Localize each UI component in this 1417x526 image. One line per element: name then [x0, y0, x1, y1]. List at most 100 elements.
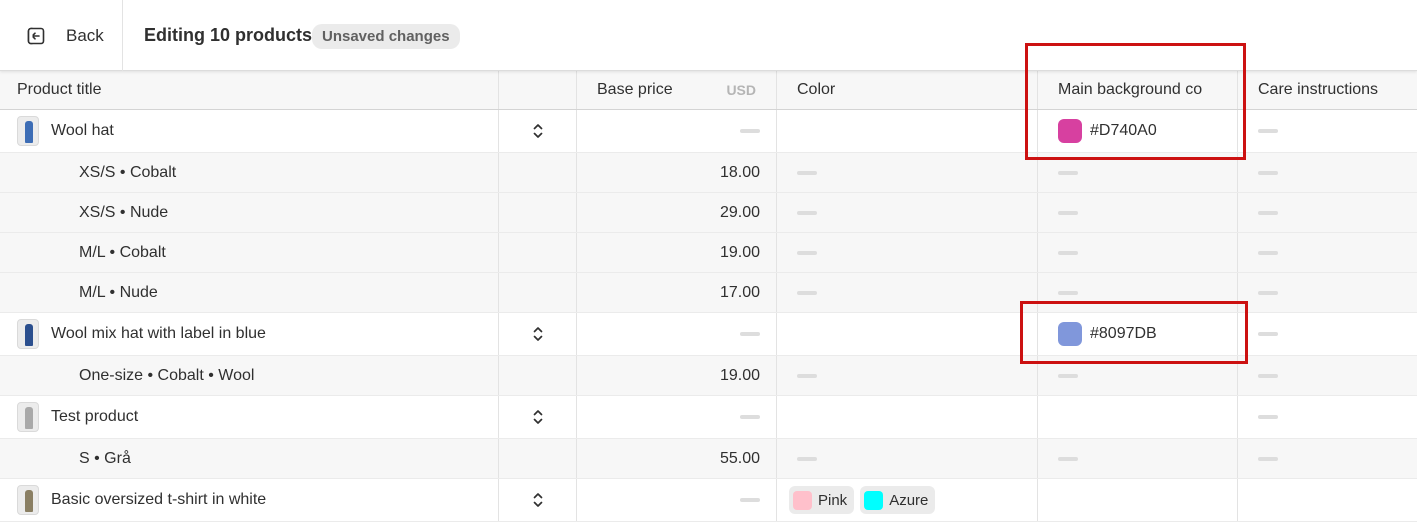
base-price-cell[interactable]: 29.00 — [577, 193, 777, 232]
product-title-cell[interactable]: Test product — [0, 396, 499, 438]
color-cell[interactable] — [777, 153, 1038, 192]
empty-value-dash — [797, 373, 817, 378]
expand-cell — [499, 153, 577, 192]
product-title-cell[interactable]: M/L • Cobalt — [0, 233, 499, 272]
care-instructions-cell[interactable] — [1238, 193, 1417, 232]
care-instructions-cell[interactable] — [1238, 479, 1417, 521]
base-price-cell[interactable]: 17.00 — [577, 273, 777, 312]
variant-title: S • Grå — [79, 449, 131, 467]
color-cell[interactable] — [777, 193, 1038, 232]
product-row: Wool mix hat with label in blue #8097DB — [0, 313, 1417, 356]
care-instructions-cell[interactable] — [1238, 356, 1417, 395]
main-background-cell[interactable] — [1038, 153, 1238, 192]
main-background-cell[interactable] — [1038, 273, 1238, 312]
top-bar: Back Editing 10 products Unsaved changes — [0, 0, 1417, 71]
color-cell[interactable] — [777, 313, 1038, 355]
unsaved-changes-badge: Unsaved changes — [312, 24, 460, 49]
product-row: Test product — [0, 396, 1417, 439]
product-title-cell[interactable]: Basic oversized t-shirt in white — [0, 479, 499, 521]
care-instructions-cell[interactable] — [1238, 273, 1417, 312]
background-hex-value: #D740A0 — [1090, 122, 1157, 139]
empty-value-dash — [1258, 456, 1278, 461]
product-row: Wool hat #D740A0 — [0, 110, 1417, 153]
product-title: Basic oversized t-shirt in white — [51, 491, 267, 508]
color-cell[interactable] — [777, 273, 1038, 312]
product-title-cell[interactable]: S • Grå — [0, 439, 499, 478]
empty-value-dash — [1258, 290, 1278, 295]
main-background-cell[interactable] — [1038, 479, 1238, 521]
empty-value-dash — [1258, 210, 1278, 215]
chevron-up-down-icon — [533, 410, 542, 424]
chevron-up-down-icon — [533, 124, 542, 138]
color-chip-label: Azure — [889, 491, 929, 509]
variant-row: M/L • Nude 17.00 — [0, 273, 1417, 313]
back-button[interactable]: Back — [0, 0, 123, 71]
empty-value-dash — [740, 129, 760, 133]
col-header-product-title[interactable]: Product title — [0, 71, 499, 109]
care-instructions-cell[interactable] — [1238, 110, 1417, 152]
background-color-swatch[interactable] — [1058, 119, 1082, 143]
base-price-cell[interactable]: 19.00 — [577, 356, 777, 395]
product-title: Test product — [51, 408, 139, 425]
color-chip[interactable]: Azure — [860, 486, 936, 514]
background-color-swatch[interactable] — [1058, 322, 1082, 346]
product-title-cell[interactable]: XS/S • Nude — [0, 193, 499, 232]
color-cell[interactable] — [777, 439, 1038, 478]
base-price-cell[interactable] — [577, 110, 777, 152]
price-value: 19.00 — [719, 366, 760, 384]
main-background-cell[interactable] — [1038, 396, 1238, 438]
empty-value-dash — [797, 456, 817, 461]
chevron-up-down-icon — [533, 493, 542, 507]
page-title: Editing 10 products — [144, 25, 313, 45]
price-value: 18.00 — [719, 163, 760, 181]
empty-value-dash — [797, 290, 817, 295]
color-chip[interactable]: Pink — [789, 486, 855, 514]
product-title-cell[interactable]: Wool mix hat with label in blue — [0, 313, 499, 355]
variant-title: XS/S • Nude — [79, 203, 169, 221]
base-price-cell[interactable]: 18.00 — [577, 153, 777, 192]
main-background-cell[interactable] — [1038, 439, 1238, 478]
care-instructions-cell[interactable] — [1238, 233, 1417, 272]
expand-cell[interactable] — [499, 110, 577, 152]
base-price-cell[interactable]: 55.00 — [577, 439, 777, 478]
color-cell[interactable] — [777, 110, 1038, 152]
main-background-cell[interactable]: #8097DB — [1038, 313, 1238, 355]
care-instructions-cell[interactable] — [1238, 439, 1417, 478]
product-title-cell[interactable]: XS/S • Cobalt — [0, 153, 499, 192]
col-header-main-background[interactable]: Main background co — [1038, 71, 1238, 109]
expand-cell[interactable] — [499, 313, 577, 355]
expand-cell[interactable] — [499, 396, 577, 438]
base-price-cell[interactable] — [577, 479, 777, 521]
empty-value-dash — [740, 415, 760, 419]
product-title-cell[interactable]: One-size • Cobalt • Wool — [0, 356, 499, 395]
main-background-cell[interactable] — [1038, 233, 1238, 272]
product-title-cell[interactable]: M/L • Nude — [0, 273, 499, 312]
col-header-care-instructions[interactable]: Care instructions — [1238, 71, 1417, 109]
base-price-cell[interactable]: 19.00 — [577, 233, 777, 272]
product-thumbnail — [17, 485, 39, 515]
empty-value-dash — [1258, 250, 1278, 255]
base-price-cell[interactable] — [577, 396, 777, 438]
main-background-cell[interactable]: #D740A0 — [1038, 110, 1238, 152]
product-title-cell[interactable]: Wool hat — [0, 110, 499, 152]
expand-cell — [499, 193, 577, 232]
bulk-edit-grid: Product title Base price USD Color Main … — [0, 71, 1417, 522]
care-instructions-cell[interactable] — [1238, 313, 1417, 355]
care-instructions-cell[interactable] — [1238, 153, 1417, 192]
color-cell[interactable] — [777, 233, 1038, 272]
variant-row: One-size • Cobalt • Wool 19.00 — [0, 356, 1417, 396]
col-header-base-price[interactable]: Base price USD — [577, 71, 777, 109]
col-header-color[interactable]: Color — [777, 71, 1038, 109]
expand-cell[interactable] — [499, 479, 577, 521]
product-row: Basic oversized t-shirt in white Pink Azur… — [0, 479, 1417, 522]
empty-value-dash — [740, 498, 760, 502]
color-cell[interactable] — [777, 356, 1038, 395]
main-background-cell[interactable] — [1038, 193, 1238, 232]
care-instructions-cell[interactable] — [1238, 396, 1417, 438]
back-arrow-icon — [27, 27, 45, 44]
color-cell[interactable] — [777, 396, 1038, 438]
color-swatch — [864, 490, 884, 510]
base-price-cell[interactable] — [577, 313, 777, 355]
color-cell[interactable]: Pink Azure — [777, 479, 1038, 521]
main-background-cell[interactable] — [1038, 356, 1238, 395]
